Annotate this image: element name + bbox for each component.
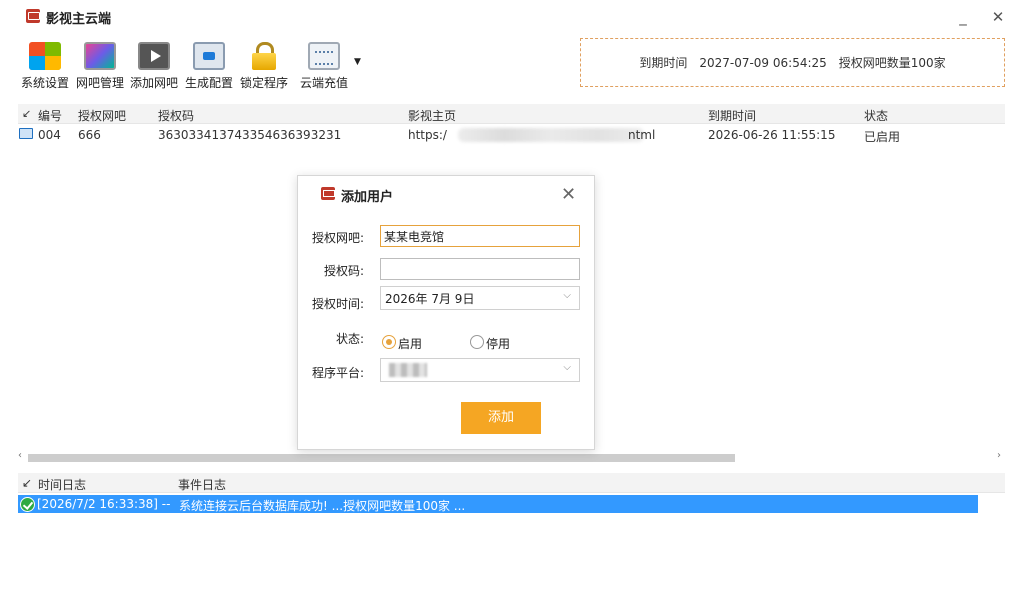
platform-label: 程序平台: bbox=[311, 366, 364, 380]
close-window-button[interactable]: ✕ bbox=[987, 6, 1009, 28]
netcafe-manage-button[interactable]: 网吧管理 bbox=[71, 40, 129, 92]
log-table-header: ↙ 时间日志 事件日志 bbox=[18, 473, 1005, 493]
cell-code: 363033413743354636393231 bbox=[158, 128, 342, 142]
redacted-url bbox=[458, 128, 644, 142]
lock-program-button[interactable]: 锁定程序 bbox=[235, 40, 293, 92]
log-time: [2026/7/2 16:33:38] -- bbox=[37, 497, 171, 511]
cell-expire: 2026-06-26 11:55:15 bbox=[708, 128, 836, 142]
chevron-down-icon: ⌵ bbox=[563, 362, 571, 373]
app-logo-icon bbox=[26, 9, 40, 23]
netcafe-name-input[interactable]: 某某电竞馆 bbox=[380, 225, 580, 247]
auth-code-input[interactable] bbox=[380, 258, 580, 280]
add-submit-button[interactable]: 添加 bbox=[461, 402, 541, 434]
windows-logo-icon bbox=[29, 42, 61, 70]
cell-homepage-suffix: ntml bbox=[628, 128, 656, 142]
column-header-status[interactable]: 状态 bbox=[864, 107, 888, 124]
column-header-name[interactable]: 授权网吧 bbox=[78, 107, 126, 124]
netcafe-name-label: 授权网吧: bbox=[311, 231, 364, 245]
computer-icon bbox=[19, 128, 33, 139]
app-title: 影视主云端 bbox=[46, 12, 112, 27]
expire-value: 2027-07-09 06:54:25 bbox=[699, 55, 827, 70]
auth-code-label: 授权码: bbox=[323, 264, 364, 278]
column-header-event-log[interactable]: 事件日志 bbox=[178, 476, 226, 493]
netcafe-table-header: ↙ 编号 授权网吧 授权码 影视主页 到期时间 状态 bbox=[18, 104, 1005, 124]
cloud-recharge-button[interactable]: 云端充值 bbox=[295, 40, 353, 92]
scroll-left-icon[interactable]: ‹ bbox=[18, 450, 22, 461]
status-disable-radio[interactable] bbox=[470, 335, 484, 349]
auth-date-picker[interactable]: 2026年 7月 9日 ⌵ bbox=[380, 286, 580, 310]
scrollbar-thumb[interactable] bbox=[28, 454, 735, 462]
cell-status: 已启用 bbox=[864, 130, 901, 144]
scroll-right-icon[interactable]: › bbox=[997, 450, 1001, 461]
cell-homepage-prefix: https:/ bbox=[408, 128, 447, 142]
monitor-icon bbox=[84, 42, 116, 70]
cell-id: 004 bbox=[38, 128, 61, 142]
auth-date-value: 2026年 7月 9日 bbox=[385, 292, 475, 306]
system-settings-button[interactable]: 系统设置 bbox=[16, 40, 74, 92]
minimize-button[interactable]: _ bbox=[952, 6, 974, 28]
expiry-info-panel: 到期时间 2027-07-09 06:54:25 授权网吧数量100家 bbox=[580, 38, 1005, 87]
config-icon bbox=[193, 42, 225, 70]
status-enable-label[interactable]: 启用 bbox=[398, 335, 422, 352]
horizontal-scrollbar[interactable]: ‹ › bbox=[18, 450, 1005, 464]
lock-icon bbox=[248, 42, 280, 70]
column-header-id[interactable]: 编号 bbox=[38, 107, 62, 124]
table-row[interactable]: 004 666 363033413743354636393231 https:/… bbox=[18, 125, 1005, 145]
video-play-icon bbox=[138, 42, 170, 70]
redacted-platform-value bbox=[389, 363, 427, 377]
toolbar-dropdown-icon[interactable]: ▼ bbox=[354, 57, 361, 67]
status-enable-radio[interactable] bbox=[382, 335, 396, 349]
platform-select[interactable]: ⌵ bbox=[380, 358, 580, 382]
add-netcafe-label: 添加网吧 bbox=[129, 76, 178, 90]
dialog-logo-icon bbox=[321, 187, 335, 200]
chevron-down-icon: ⌵ bbox=[563, 290, 571, 301]
column-header-time-log[interactable]: 时间日志 bbox=[38, 476, 86, 493]
title-bar: 影视主云端 _ ✕ bbox=[0, 0, 1020, 34]
generate-config-label: 生成配置 bbox=[184, 76, 233, 90]
cloud-recharge-icon bbox=[308, 42, 340, 70]
add-netcafe-button[interactable]: 添加网吧 bbox=[125, 40, 183, 92]
status-disable-label[interactable]: 停用 bbox=[486, 335, 510, 352]
cell-name: 666 bbox=[78, 128, 101, 142]
netcafe-manage-label: 网吧管理 bbox=[75, 76, 124, 90]
add-user-dialog: 添加用户 ✕ 授权网吧: 某某电竞馆 授权码: 授权时间: 2026年 7月 9… bbox=[297, 175, 595, 450]
dialog-title: 添加用户 bbox=[341, 190, 394, 205]
success-check-icon bbox=[20, 497, 35, 512]
auth-time-label: 授权时间: bbox=[311, 297, 364, 311]
sort-arrow-icon[interactable]: ↙ bbox=[22, 107, 31, 120]
status-label: 状态: bbox=[335, 332, 364, 346]
system-settings-label: 系统设置 bbox=[20, 76, 69, 90]
cloud-recharge-label: 云端充值 bbox=[299, 76, 348, 90]
column-header-code[interactable]: 授权码 bbox=[158, 107, 194, 124]
dialog-close-button[interactable]: ✕ bbox=[561, 184, 576, 205]
quota-text: 授权网吧数量100家 bbox=[838, 56, 946, 70]
expire-label: 到期时间 bbox=[639, 56, 688, 70]
lock-program-label: 锁定程序 bbox=[239, 76, 288, 90]
generate-config-button[interactable]: 生成配置 bbox=[180, 40, 238, 92]
column-header-homepage[interactable]: 影视主页 bbox=[408, 107, 456, 124]
column-header-expire[interactable]: 到期时间 bbox=[708, 107, 756, 124]
log-event: 系统连接云后台数据库成功! ...授权网吧数量100家 ... bbox=[179, 499, 466, 513]
log-row[interactable]: [2026/7/2 16:33:38] -- 系统连接云后台数据库成功! ...… bbox=[18, 495, 978, 513]
log-sort-arrow-icon[interactable]: ↙ bbox=[22, 476, 32, 490]
